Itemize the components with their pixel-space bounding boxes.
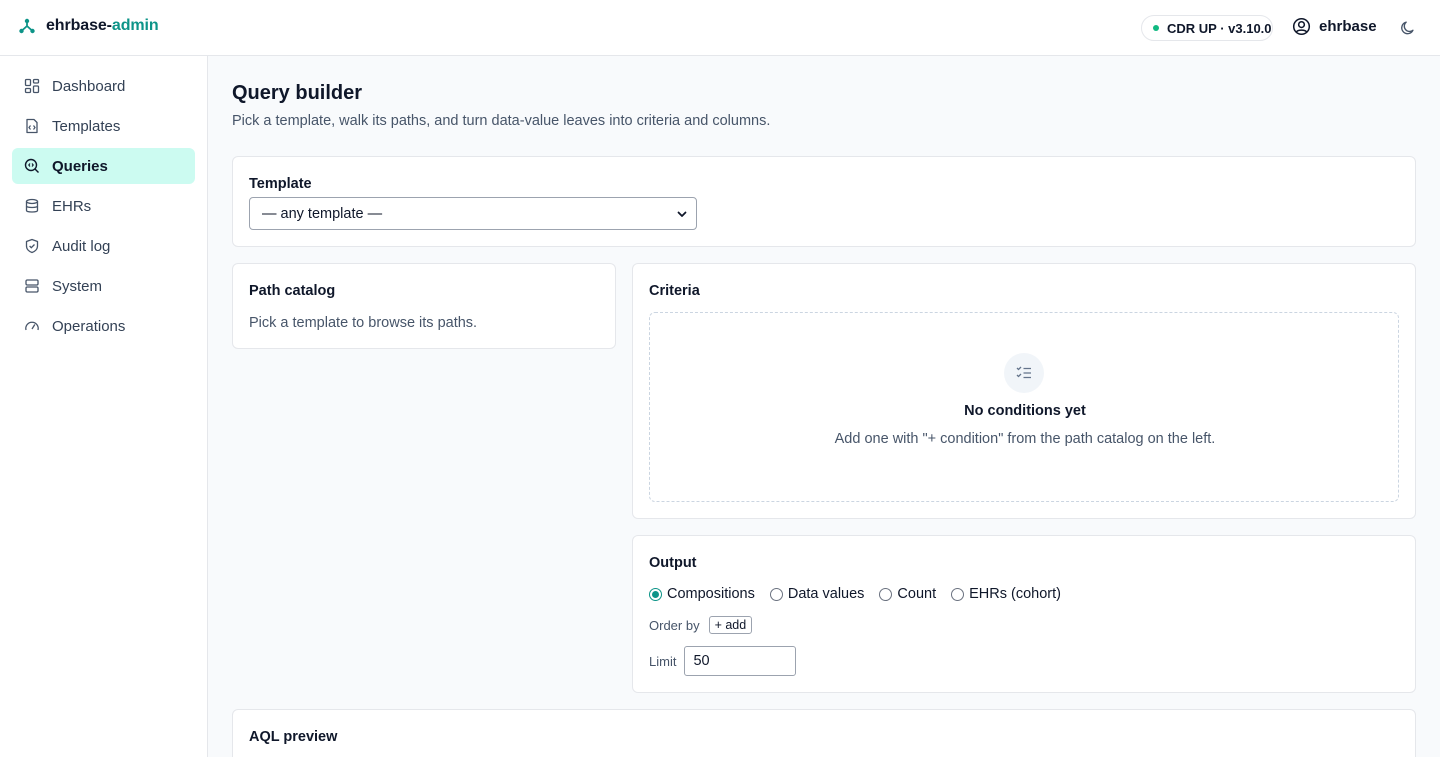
sidebar-item-label: Queries xyxy=(52,157,108,175)
page-title: Query builder xyxy=(232,82,363,104)
radio-compositions[interactable]: Compositions xyxy=(649,586,755,602)
sidebar-item-dashboard[interactable]: Dashboard xyxy=(12,68,195,104)
status-dot xyxy=(1153,25,1159,31)
user-circle-icon xyxy=(1292,17,1311,36)
output-card: Output Compositions Data values Count EH… xyxy=(632,535,1416,693)
add-order-button[interactable]: + add xyxy=(708,616,753,634)
database-icon xyxy=(25,198,39,213)
radio-label: Data values xyxy=(787,586,865,602)
brand-logo[interactable]: ehrbase-admin xyxy=(18,17,159,35)
search-code-icon xyxy=(24,158,39,173)
sidebar-item-label: System xyxy=(52,277,103,295)
empty-description: Add one with "+ condition" from the path… xyxy=(834,431,1216,447)
path-catalog-hint: Pick a template to browse its paths. xyxy=(249,315,478,331)
radio-button[interactable] xyxy=(951,587,965,601)
status-text: CDR UP · v3.10.0 xyxy=(1167,20,1272,36)
checklist-icon xyxy=(1004,353,1044,393)
sidebar-item-label: Operations xyxy=(52,317,126,335)
sidebar-item-operations[interactable]: Operations xyxy=(12,308,195,344)
brand-name: ehrbase-admin xyxy=(46,17,159,34)
sidebar-item-audit-log[interactable]: Audit log xyxy=(12,228,195,264)
empty-title: No conditions yet xyxy=(964,403,1086,419)
gauge-icon xyxy=(25,321,39,331)
sidebar-item-label: Dashboard xyxy=(52,77,126,95)
radio-button[interactable] xyxy=(879,587,893,601)
sidebar-item-label: Templates xyxy=(52,117,121,135)
sidebar-item-label: Audit log xyxy=(52,237,111,255)
sidebar: Dashboard Templates Queries EHRs Audit l… xyxy=(0,56,208,757)
sidebar-item-label: EHRs xyxy=(52,197,92,215)
criteria-title: Criteria xyxy=(649,283,700,299)
sidebar-item-system[interactable]: System xyxy=(12,268,195,304)
limit-label: Limit xyxy=(649,653,677,669)
path-catalog-title: Path catalog xyxy=(249,283,336,299)
radio-button[interactable] xyxy=(769,587,783,601)
aql-preview-card: AQL preview xyxy=(232,709,1416,757)
sidebar-item-ehrs[interactable]: EHRs xyxy=(12,188,195,224)
limit-row: Limit 50 xyxy=(649,646,797,676)
path-catalog-card: Path catalog Pick a template to browse i… xyxy=(232,263,616,349)
radio-count[interactable]: Count xyxy=(879,586,936,602)
radio-ehrs-cohort[interactable]: EHRs (cohort) xyxy=(951,586,1061,602)
limit-input[interactable]: 50 xyxy=(684,646,797,676)
user-menu[interactable]: ehrbase xyxy=(1292,17,1377,36)
user-name: ehrbase xyxy=(1319,18,1377,35)
logo-icon xyxy=(19,18,35,34)
dashboard-icon xyxy=(24,78,40,94)
criteria-empty-state: No conditions yet Add one with "+ condit… xyxy=(649,312,1399,502)
file-code-icon xyxy=(26,118,38,134)
moon-icon[interactable] xyxy=(1399,19,1417,37)
template-label: Template xyxy=(249,176,312,192)
output-title: Output xyxy=(649,555,697,571)
template-select[interactable]: — any template — xyxy=(249,197,697,230)
top-bar: ehrbase-admin CDR UP · v3.10.0 ehrbase xyxy=(0,0,1440,56)
criteria-card: Criteria No conditions yet Add one with … xyxy=(632,263,1416,519)
shield-check-icon xyxy=(25,238,39,254)
radio-label: EHRs (cohort) xyxy=(969,586,1061,602)
status-badge: CDR UP · v3.10.0 xyxy=(1141,15,1273,41)
radio-label: Count xyxy=(897,586,937,602)
page-subtitle: Pick a template, walk its paths, and tur… xyxy=(232,113,771,129)
sidebar-item-templates[interactable]: Templates xyxy=(12,108,195,144)
radio-label: Compositions xyxy=(667,586,755,602)
template-select-value: — any template — xyxy=(262,205,383,222)
aql-preview-title: AQL preview xyxy=(249,729,338,745)
sidebar-item-queries[interactable]: Queries xyxy=(12,148,195,184)
order-by-label: Order by xyxy=(649,617,700,633)
chevron-down-icon xyxy=(677,211,687,217)
radio-button[interactable] xyxy=(649,587,662,601)
server-icon xyxy=(25,279,39,293)
template-card: Template — any template — xyxy=(232,156,1416,247)
output-mode-group: Compositions Data values Count EHRs (coh… xyxy=(649,586,1076,602)
order-by-row: Order by + add xyxy=(649,616,753,634)
radio-data-values[interactable]: Data values xyxy=(769,586,865,602)
